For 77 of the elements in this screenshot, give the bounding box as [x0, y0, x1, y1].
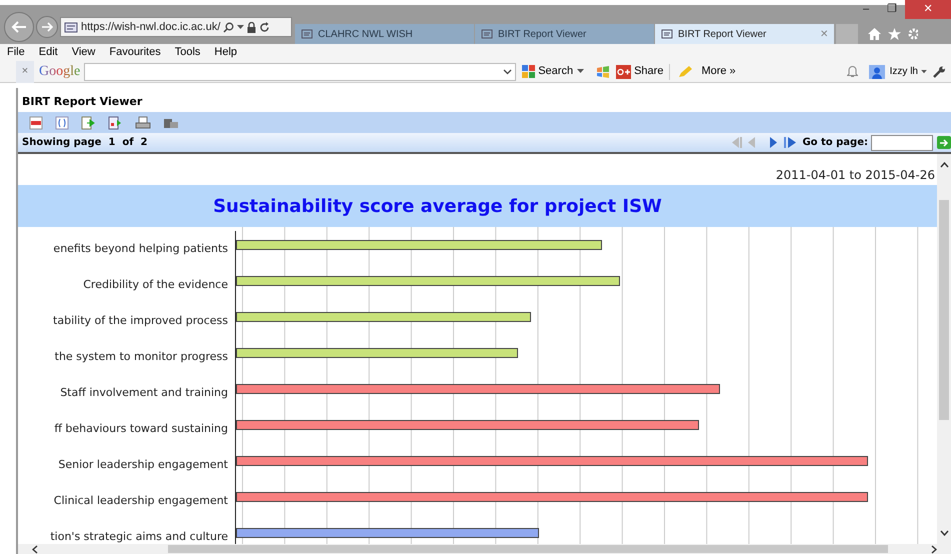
go-to-page-label: Go to page:	[802, 136, 868, 150]
minimize-button[interactable]: –	[853, 0, 879, 19]
report-title: Sustainability score average for project ISW	[213, 194, 662, 218]
toc-icon[interactable]	[29, 116, 43, 130]
menu-item[interactable]: Help	[214, 44, 238, 61]
lock-icon	[247, 22, 256, 32]
date-range: 2011-04-01 to 2015-04-26	[776, 167, 935, 184]
search-icon	[223, 22, 234, 32]
axis-label: ff behaviours toward sustaining	[53, 421, 229, 437]
more-button[interactable]: More »	[701, 63, 736, 80]
menu-item[interactable]: Favourites	[109, 44, 161, 61]
axis-label: Senior leadership engagement	[57, 457, 229, 473]
forward-button[interactable]	[36, 16, 58, 38]
page-number-field[interactable]	[871, 134, 933, 150]
page-indicator: Showing page 1 of 2	[22, 136, 148, 150]
search-button[interactable]: Search	[538, 63, 574, 80]
page-icon	[661, 29, 673, 39]
close-button[interactable]: ✕	[905, 0, 951, 19]
axis-label: enefits beyond helping patients	[52, 241, 229, 257]
wrench-icon[interactable]	[933, 66, 946, 78]
axis-label: tability of the improved process	[52, 313, 229, 329]
restore-button[interactable]: ❐	[879, 0, 905, 19]
windows-flag-icon[interactable]	[596, 66, 610, 78]
dropdown-caret-icon[interactable]	[921, 70, 927, 74]
export-icon[interactable]	[81, 116, 96, 130]
user-menu[interactable]: Izzy lh	[890, 64, 918, 79]
scroll-up-icon[interactable]	[940, 162, 948, 168]
axis-label: Clinical leadership engagement	[52, 493, 229, 509]
dropdown-caret-icon[interactable]	[577, 69, 584, 74]
vertical-scrollbar[interactable]	[937, 154, 951, 544]
axis-label: the system to monitor progress	[54, 349, 229, 365]
home-icon[interactable]	[868, 28, 881, 40]
scroll-right-icon[interactable]	[931, 544, 937, 554]
page-icon	[481, 29, 493, 39]
dropdown-caret-icon[interactable]	[237, 24, 244, 30]
url-text: https://wish-nwl.doc.ic.ac.uk/	[81, 20, 220, 35]
page-icon	[301, 29, 313, 39]
go-button[interactable]	[937, 136, 951, 149]
axis-label: Credibility of the evidence	[82, 277, 229, 293]
horizontal-scrollbar[interactable]	[18, 544, 951, 554]
viewer-title: BIRT Report Viewer	[22, 94, 142, 110]
back-button[interactable]	[4, 12, 34, 42]
google-plus-icon[interactable]	[616, 64, 632, 78]
scrollbar-thumb[interactable]	[939, 200, 949, 420]
menu-item[interactable]: Tools	[174, 44, 200, 61]
address-bar[interactable]: https://wish-nwl.doc.ic.ac.uk/	[60, 17, 292, 37]
forward-arrow-icon	[41, 22, 53, 32]
right-arrow-icon	[940, 138, 948, 146]
scroll-left-icon[interactable]	[32, 544, 38, 554]
export-report-icon[interactable]	[108, 116, 123, 130]
share-button[interactable]: Share	[634, 63, 664, 80]
menu-item[interactable]: View	[72, 44, 96, 61]
scroll-down-icon[interactable]	[940, 530, 948, 536]
browser-tab[interactable]: CLAHRC NWL WISH	[295, 24, 474, 44]
search-field[interactable]	[84, 62, 516, 80]
back-arrow-icon	[11, 21, 27, 33]
bell-icon[interactable]	[846, 65, 858, 78]
refresh-icon[interactable]	[259, 22, 270, 32]
browser-tab[interactable]: BIRT Report Viewer ✕	[655, 24, 834, 44]
star-icon[interactable]	[888, 28, 901, 40]
page-icon	[64, 22, 78, 32]
axis-label: tion's strategic aims and culture	[49, 529, 229, 544]
print-icon[interactable]	[135, 116, 151, 130]
axis-label: Staff involvement and training	[59, 385, 229, 401]
menu-item[interactable]: File	[7, 44, 25, 61]
parameters-icon[interactable]	[55, 116, 69, 130]
user-avatar[interactable]	[868, 64, 885, 78]
close-toolbar-button[interactable]: ×	[16, 60, 34, 82]
next-page-icon[interactable]	[769, 137, 778, 148]
menu-item[interactable]: Edit	[38, 44, 58, 61]
colored-squares-icon	[522, 65, 536, 78]
person-icon	[872, 66, 882, 78]
dropdown-caret-icon[interactable]	[503, 68, 512, 74]
last-page-icon[interactable]	[784, 137, 798, 148]
settings-icon[interactable]	[908, 28, 918, 40]
scrollbar-thumb[interactable]	[168, 545, 888, 553]
browser-tab[interactable]: BIRT Report Viewer	[475, 24, 654, 44]
